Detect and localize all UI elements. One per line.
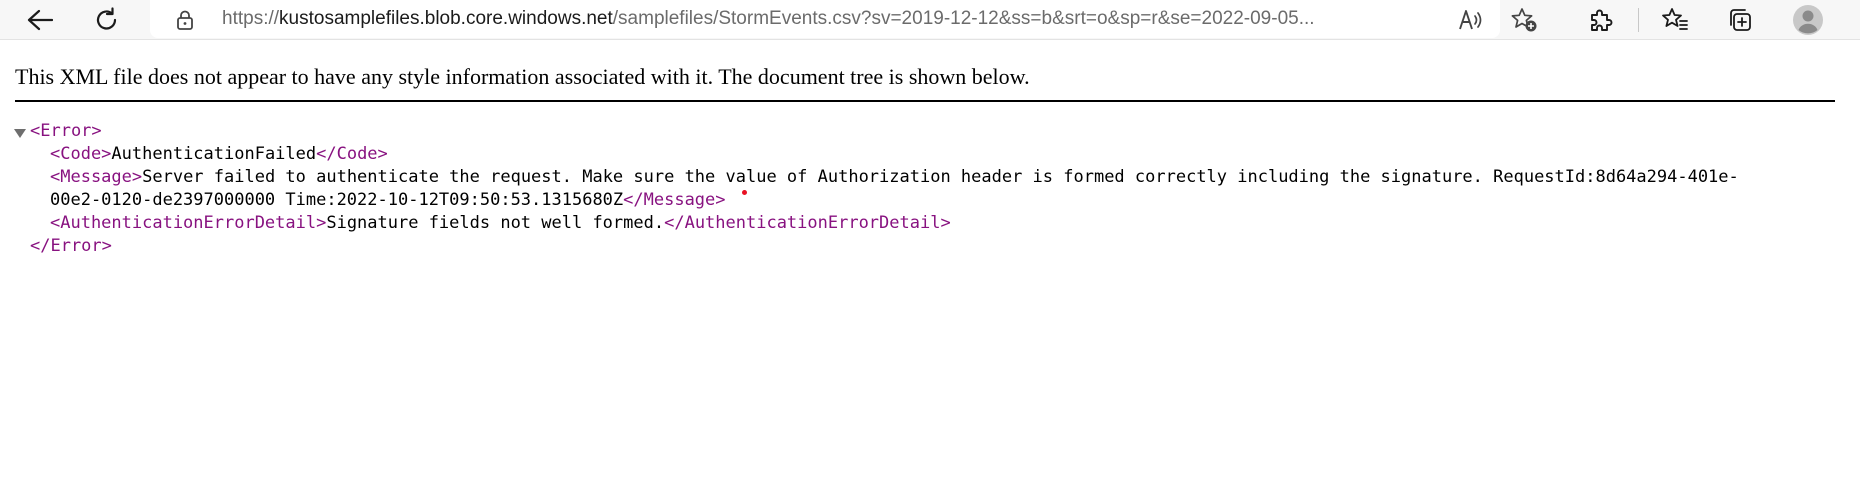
xml-message-line: <Message>Server failed to authenticate t…	[50, 166, 1860, 189]
xml-code-line: <Code>AuthenticationFailed</Code>	[50, 143, 1860, 166]
add-favorite-button[interactable]	[1502, 0, 1546, 40]
xml-tag: </AuthenticationErrorDetail>	[664, 213, 951, 233]
xml-tag: <Error>	[30, 121, 102, 141]
xml-tag: <AuthenticationErrorDetail>	[50, 213, 327, 233]
xml-tag: </Code>	[316, 144, 388, 164]
url-host: kustosamplefiles.blob.core.windows.net	[279, 8, 613, 29]
xml-detail-value: Signature fields not well formed.	[326, 213, 665, 233]
url-path: /samplefiles/StormEvents.csv?sv=2019-12-…	[612, 8, 1315, 29]
refresh-icon	[94, 7, 120, 33]
mouse-cursor-marker	[742, 190, 747, 195]
browser-toolbar: https://kustosamplefiles.blob.core.windo…	[0, 0, 1860, 40]
xml-error-open-line: <Error>	[30, 120, 1860, 143]
read-aloud-button[interactable]	[1449, 0, 1493, 40]
xml-message-value-1: Server failed to authenticate the reques…	[142, 167, 1739, 187]
back-button[interactable]	[18, 0, 62, 40]
xml-tag: <Code>	[50, 144, 112, 164]
xml-tag: <Message>	[50, 167, 143, 187]
lock-icon[interactable]	[174, 9, 196, 36]
url-prefix: https://	[222, 8, 280, 29]
address-bar[interactable]: https://kustosamplefiles.blob.core.windo…	[150, 0, 1500, 38]
favorites-button[interactable]	[1653, 0, 1697, 40]
url-text[interactable]: https://kustosamplefiles.blob.core.windo…	[222, 0, 1440, 38]
xml-code-value: AuthenticationFailed	[111, 144, 317, 164]
add-favorite-icon	[1510, 7, 1538, 33]
xml-detail-line: <AuthenticationErrorDetail>Signature fie…	[50, 212, 1860, 235]
extensions-puzzle-icon	[1588, 7, 1614, 33]
favorites-star-icon	[1661, 7, 1689, 33]
collections-icon	[1727, 7, 1753, 33]
read-aloud-icon	[1458, 8, 1484, 32]
xml-tag: </Error>	[30, 236, 112, 256]
back-arrow-icon	[27, 9, 53, 31]
profile-avatar-icon	[1792, 4, 1824, 36]
toolbar-separator	[1638, 8, 1639, 32]
xml-message-value-2: 00e2-0120-de2397000000 Time:2022-10-12T0…	[50, 190, 624, 210]
profile-button[interactable]	[1786, 0, 1830, 40]
refresh-button[interactable]	[85, 0, 129, 40]
xml-style-notice: This XML file does not appear to have an…	[15, 64, 1030, 89]
collapse-triangle-icon[interactable]	[14, 129, 26, 138]
xml-error-close-line: </Error>	[30, 235, 1860, 258]
collections-button[interactable]	[1718, 0, 1762, 40]
xml-tag: </Message>	[623, 190, 726, 210]
xml-message-line-2: 00e2-0120-de2397000000 Time:2022-10-12T0…	[50, 189, 1860, 212]
notice-divider	[15, 100, 1835, 102]
extensions-button[interactable]	[1579, 0, 1623, 40]
